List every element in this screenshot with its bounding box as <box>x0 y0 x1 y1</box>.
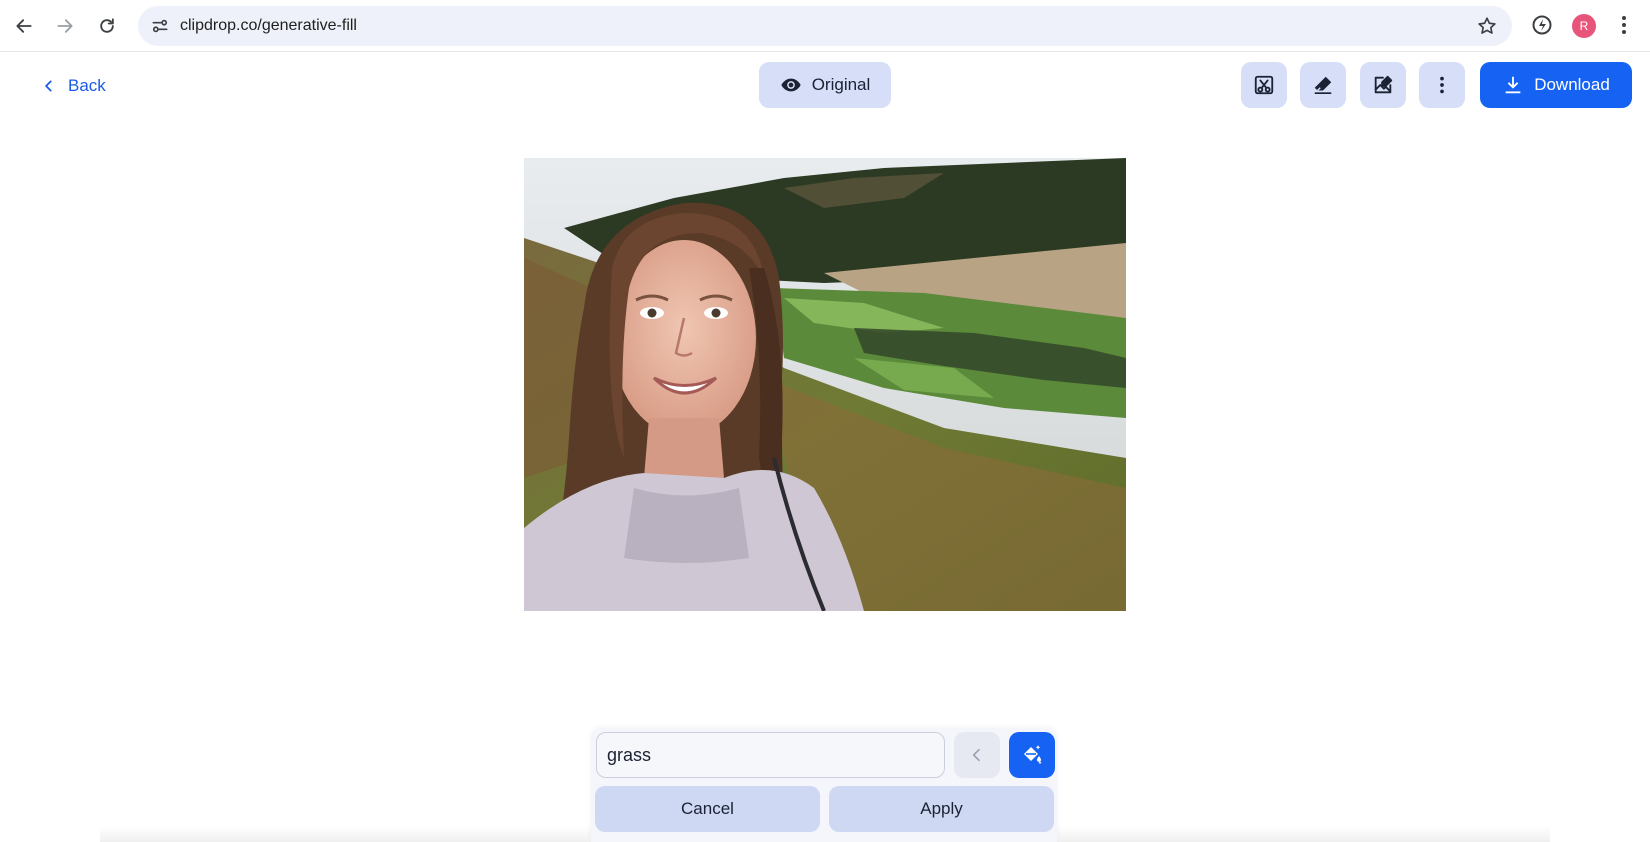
cancel-button[interactable]: Cancel <box>595 786 820 832</box>
edited-photo[interactable] <box>524 158 1126 611</box>
browser-toolbar: clipdrop.co/generative-fill R <box>0 0 1650 52</box>
download-label: Download <box>1534 75 1610 94</box>
profile-avatar[interactable]: R <box>1572 14 1596 38</box>
bookmark-star-icon[interactable] <box>1476 15 1498 37</box>
chevron-left-icon <box>972 748 980 762</box>
more-options-icon <box>1440 76 1444 94</box>
apply-label: Apply <box>920 799 963 818</box>
back-label: Back <box>68 76 106 95</box>
eye-icon <box>781 78 801 92</box>
address-bar[interactable]: clipdrop.co/generative-fill <box>138 6 1512 46</box>
eraser-tool-button[interactable] <box>1300 62 1346 108</box>
cleanup-tool-button[interactable] <box>1241 62 1287 108</box>
extension-icon[interactable] <box>1530 13 1554 37</box>
more-options-button[interactable] <box>1419 62 1465 108</box>
paint-bucket-sparkle-icon <box>1024 745 1042 765</box>
apply-button[interactable]: Apply <box>829 786 1054 832</box>
cancel-label: Cancel <box>681 799 734 818</box>
edit-image-button[interactable] <box>1360 62 1406 108</box>
reload-icon[interactable] <box>92 11 122 41</box>
original-toggle-button[interactable]: Original <box>759 62 891 108</box>
download-icon <box>1505 76 1521 94</box>
eraser-tool-icon <box>1314 76 1332 94</box>
browser-menu-icon[interactable] <box>1612 13 1636 37</box>
previous-result-button[interactable] <box>954 732 1000 778</box>
generate-fill-button[interactable] <box>1009 732 1055 778</box>
original-label: Original <box>811 75 871 94</box>
prompt-input[interactable] <box>596 732 945 778</box>
prompt-panel: Cancel Apply <box>591 728 1057 842</box>
edit-image-icon <box>1374 75 1393 94</box>
url-text[interactable]: clipdrop.co/generative-fill <box>180 17 357 35</box>
chevron-left-icon <box>45 80 52 92</box>
download-button[interactable]: Download <box>1480 62 1632 108</box>
scissors-tool-icon <box>1254 75 1274 95</box>
back-link[interactable]: Back <box>42 73 106 99</box>
back-arrow-icon[interactable] <box>9 11 39 41</box>
site-info-icon[interactable] <box>150 16 170 36</box>
forward-arrow-icon[interactable] <box>50 11 80 41</box>
